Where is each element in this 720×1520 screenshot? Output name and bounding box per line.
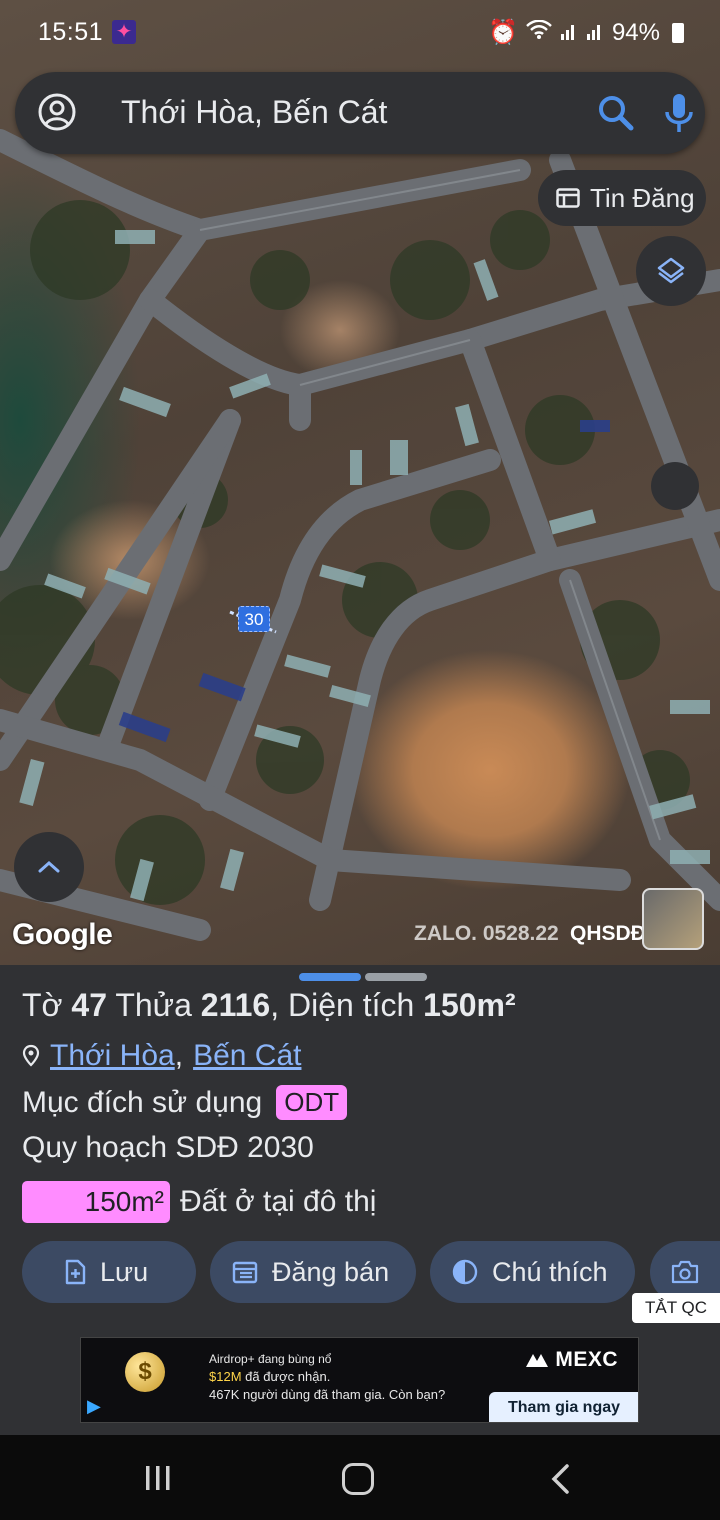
save-button[interactable]: Lưu xyxy=(22,1241,196,1303)
coin-icon: $ xyxy=(125,1352,165,1392)
ad-play-icon: ▶ xyxy=(87,1396,101,1416)
thua-label: Thửa xyxy=(115,987,192,1023)
tin-dang-button[interactable]: Tin Đăng xyxy=(538,170,706,226)
thua-value: 2116 xyxy=(200,987,271,1023)
ad-line-3: 467K người dùng đã tham gia. Còn bạn? xyxy=(209,1387,446,1402)
expand-up-button[interactable] xyxy=(14,832,84,902)
save-label: Lưu xyxy=(100,1256,149,1287)
search-icon[interactable] xyxy=(597,94,635,132)
location-link-district[interactable]: Bến Cát xyxy=(193,1039,301,1073)
planning-description: Đất ở tại đô thị xyxy=(180,1185,377,1218)
parcel-summary: Tờ 47 Thửa 2116, Diện tích 150m² xyxy=(22,987,516,1024)
map-side-control[interactable] xyxy=(651,462,699,510)
mexc-logo-icon xyxy=(526,1354,548,1368)
pager-segment[interactable] xyxy=(365,973,427,981)
back-icon[interactable] xyxy=(548,1463,572,1495)
search-query[interactable]: Thới Hòa, Bến Cát xyxy=(121,94,387,131)
alarm-icon: ⏰ xyxy=(488,19,518,46)
dien-tich-value: 150m² xyxy=(423,987,516,1023)
legend-button[interactable]: Chú thích xyxy=(430,1241,635,1303)
ad-line-2: $12M đã được nhận. xyxy=(209,1369,330,1384)
status-time: 15:51 xyxy=(38,18,104,46)
ad-banner[interactable]: $ ▶ Airdrop+ đang bùng nổ $12M đã được n… xyxy=(80,1337,639,1423)
location-pin-icon xyxy=(22,1044,40,1067)
parcel-marker[interactable]: 30 xyxy=(238,606,270,632)
panel-pager[interactable] xyxy=(299,973,427,981)
pager-segment-active[interactable] xyxy=(299,973,361,981)
location-link-ward[interactable]: Thới Hòa xyxy=(50,1039,175,1073)
add-document-icon xyxy=(65,1259,86,1285)
search-bar[interactable]: Thới Hòa, Bến Cát xyxy=(15,72,705,154)
post-for-sale-button[interactable]: Đăng bán xyxy=(210,1241,416,1303)
ad-cta-button[interactable]: Tham gia ngay xyxy=(489,1392,638,1422)
ad-brand: MEXC xyxy=(525,1348,618,1372)
ad-amount: $12M xyxy=(209,1369,242,1384)
ad-line-1: Airdrop+ đang bùng nổ xyxy=(209,1352,332,1366)
location-separator: , xyxy=(174,1039,184,1072)
microphone-icon[interactable] xyxy=(663,92,695,134)
ad-brand-name: MEXC xyxy=(555,1348,619,1371)
streetview-thumbnail[interactable] xyxy=(642,888,704,950)
to-value: 47 xyxy=(71,987,108,1023)
post-for-sale-label: Đăng bán xyxy=(272,1256,390,1287)
signal-icon-2 xyxy=(586,19,604,47)
ad-line-2-rest: đã được nhận. xyxy=(241,1369,331,1384)
layers-button[interactable] xyxy=(636,236,706,306)
chevron-up-icon xyxy=(38,860,60,873)
account-icon[interactable] xyxy=(37,92,77,132)
dien-tich-label: , Diện tích xyxy=(270,987,415,1023)
status-icons: ⏰ 94% xyxy=(488,18,684,47)
legend-label: Chú thích xyxy=(492,1256,608,1287)
wifi-icon xyxy=(526,19,552,47)
system-nav-bar xyxy=(0,1435,720,1520)
land-use-row: Mục đích sử dụng ODT xyxy=(22,1085,348,1120)
home-icon[interactable] xyxy=(342,1463,374,1495)
parcel-info-panel: Tờ 47 Thửa 2116, Diện tích 150m² Thới Hò… xyxy=(0,965,720,1435)
layers-icon xyxy=(657,257,685,284)
watermark-contact: ZALO. 0528.22 xyxy=(414,922,559,945)
hide-ads-button[interactable]: TẮT QC xyxy=(632,1293,720,1323)
battery-percent: 94% xyxy=(611,18,660,46)
google-logo: Google xyxy=(12,918,113,951)
status-bar: 15:51 ✦ ⏰ 94% xyxy=(0,0,720,64)
add-photo-icon xyxy=(671,1260,699,1284)
signal-icon-1 xyxy=(560,19,578,47)
planning-title: Quy hoạch SDĐ 2030 xyxy=(22,1131,314,1164)
parcel-location: Thới Hòa, Bến Cát xyxy=(22,1039,301,1073)
action-buttons: Lưu Đăng bán Chú thích xyxy=(22,1241,720,1303)
calendar-icon xyxy=(232,1261,258,1284)
listing-icon xyxy=(556,188,580,208)
recents-icon[interactable] xyxy=(144,1465,172,1491)
planning-row: 150m² Đất ở tại đô thị xyxy=(22,1181,376,1223)
land-use-label: Mục đích sử dụng xyxy=(22,1085,263,1119)
contrast-icon xyxy=(452,1259,478,1285)
tin-dang-label: Tin Đăng xyxy=(590,182,695,213)
land-use-code-badge: ODT xyxy=(276,1085,348,1120)
battery-icon xyxy=(672,22,684,43)
planning-area-badge: 150m² xyxy=(22,1181,170,1223)
app-notification-icon: ✦ xyxy=(112,20,136,44)
to-label: Tờ xyxy=(22,987,63,1023)
